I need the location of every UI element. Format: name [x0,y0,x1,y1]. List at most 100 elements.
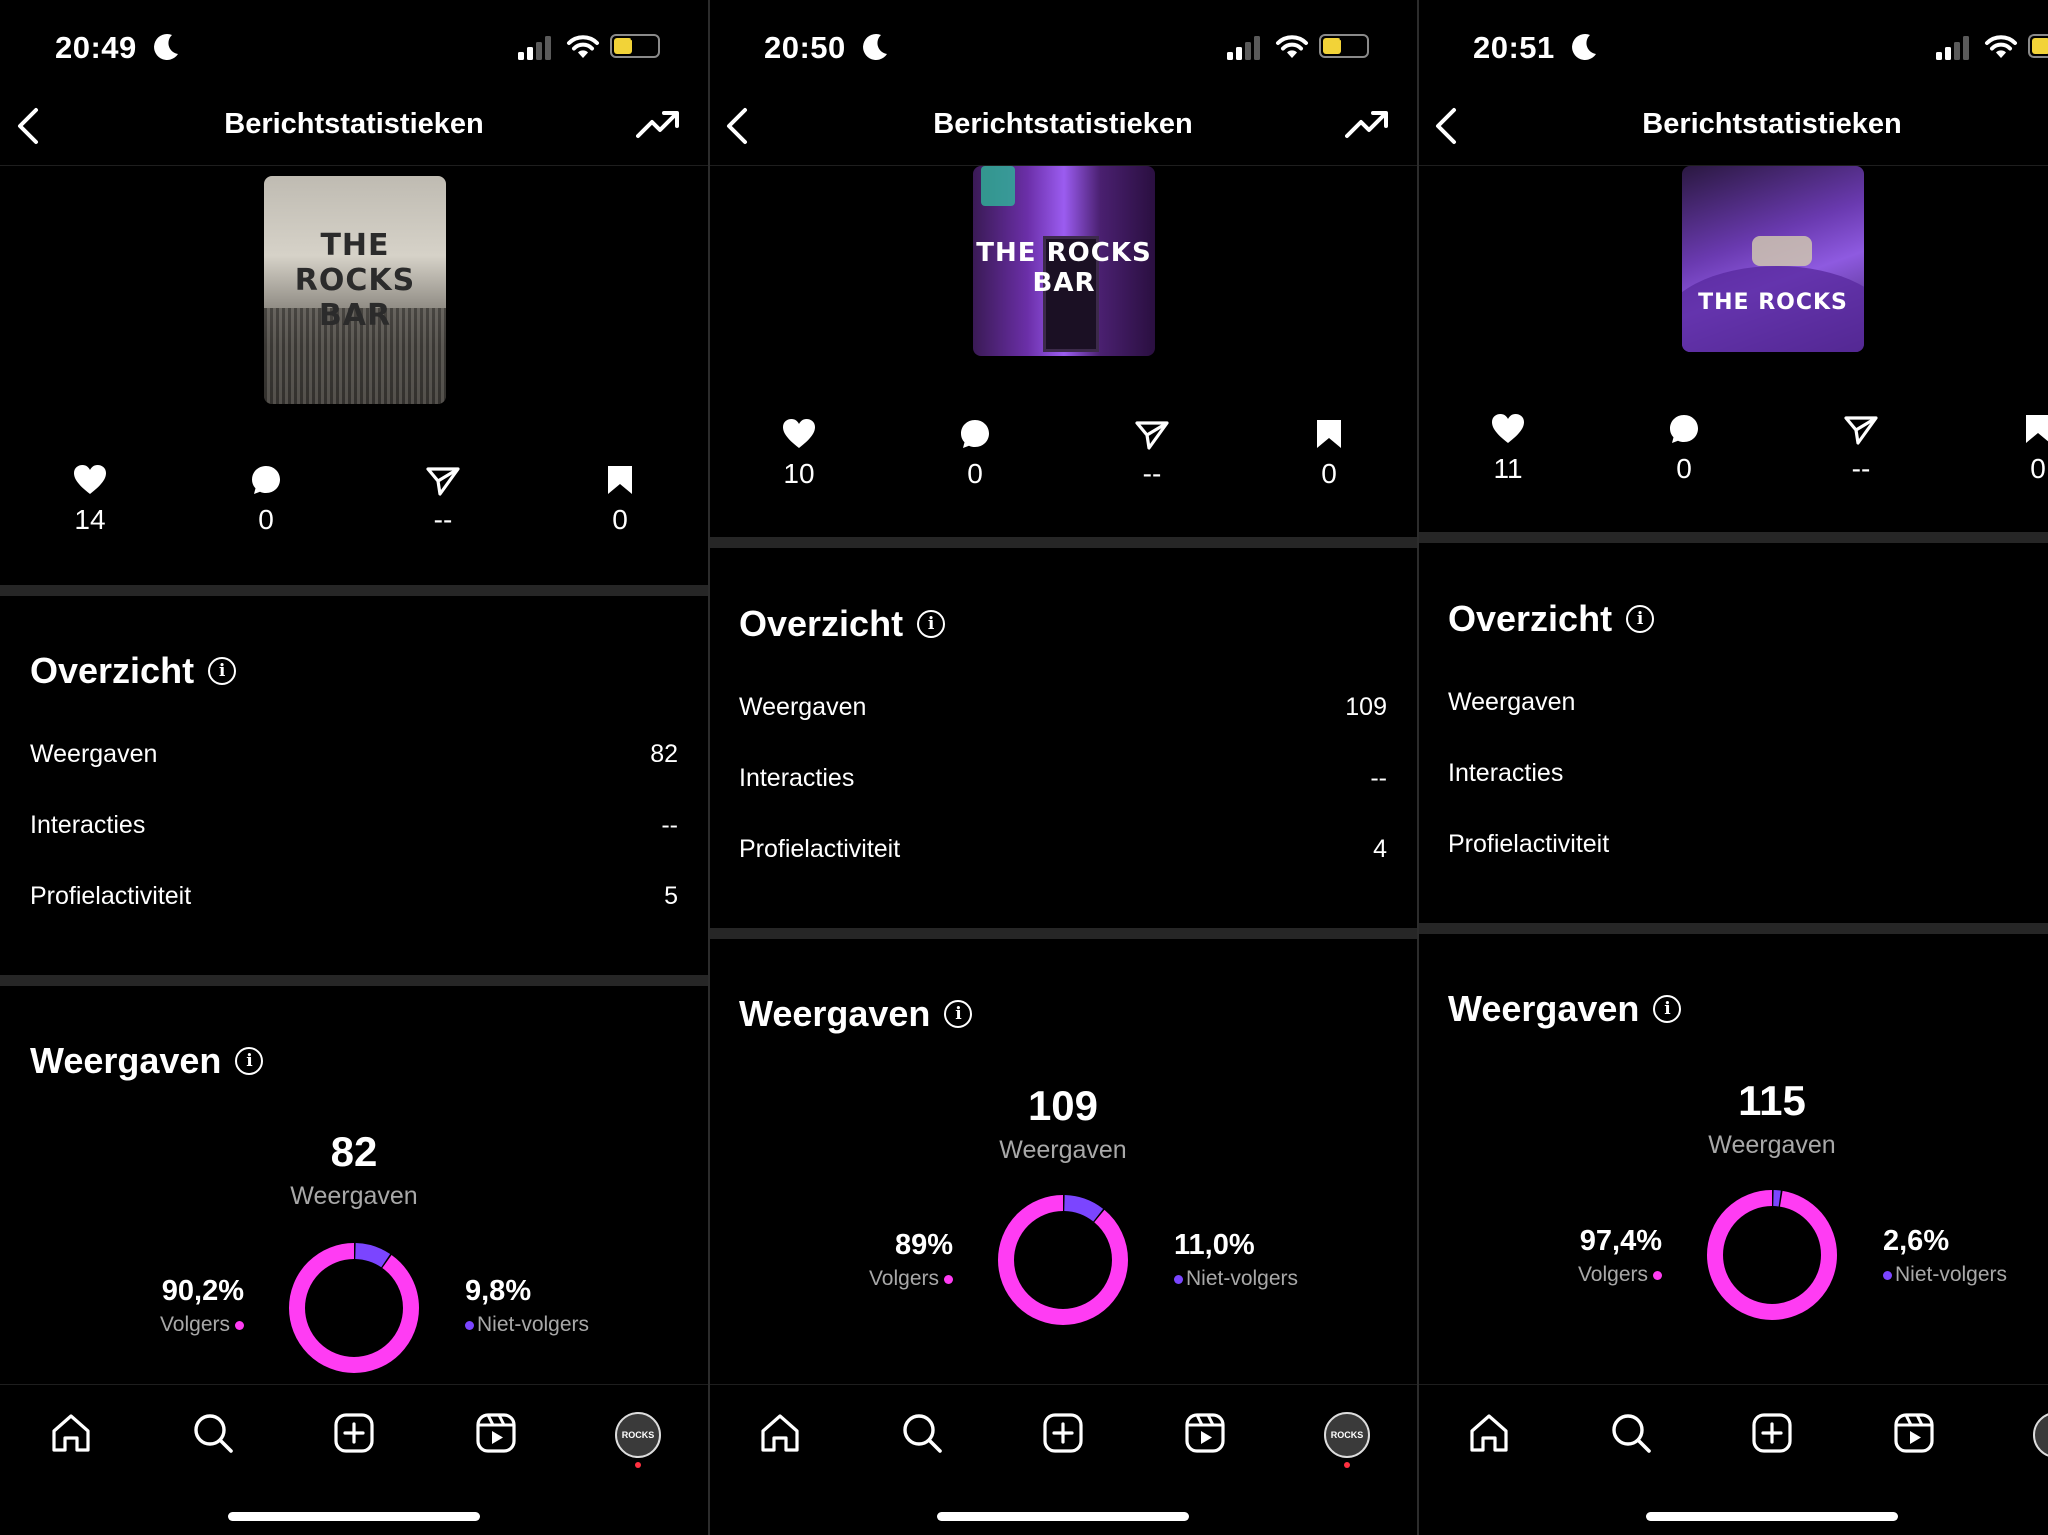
overview-title: Overzicht i [739,603,946,645]
followers-dot [1653,1270,1662,1280]
info-icon[interactable]: i [944,1000,973,1028]
nav-create-button[interactable] [1742,1405,1802,1465]
views-title: Weergaven i [739,993,973,1035]
battery-level: 7 [1338,35,1349,55]
overview-row[interactable]: Interacties -- [30,811,678,851]
stat-likes: 11 [1448,411,1568,485]
nonfollowers-legend: Niet-volgers [1883,1263,2007,1287]
views-title-text: Weergaven [1448,988,1640,1029]
nav-search-button[interactable] [183,1405,243,1465]
post-thumbnail[interactable]: THE ROCKS BAR [973,166,1155,356]
post-thumbnail[interactable]: THE ROCKS [1682,166,1864,352]
search-icon [900,1411,944,1460]
wifi-icon [1984,34,2018,65]
nav-profile-button[interactable]: ROCKS [608,1405,668,1465]
nonfollowers-dot [465,1320,474,1330]
battery-icon: 7 [610,34,660,58]
views-title: Weergaven i [1448,988,1682,1030]
nonfollowers-legend: Niet-volgers [465,1313,589,1337]
views-donut-chart [995,1192,1131,1328]
stat-saves: 0 [1269,416,1389,490]
share-icon [383,462,503,496]
followers-dot [235,1320,244,1330]
overview-row-label: Profielactiviteit [30,882,192,910]
nonfollowers-legend: Niet-volgers [1174,1267,1298,1291]
nav-profile-button[interactable] [2026,1405,2048,1465]
trending-up-icon [1345,111,1389,144]
nav-reels-button[interactable] [1884,1405,1944,1465]
stat-saves: 0 [1978,411,2048,485]
page-title: Berichtstatistieken [1642,108,1902,140]
cellular-signal-icon [518,36,554,65]
share-icon [1092,416,1212,450]
overview-row-value: 109 [1345,693,1387,721]
stat-comments-value: 0 [258,504,274,535]
views-donut-chart [1704,1187,1840,1323]
info-icon[interactable]: i [1653,995,1682,1023]
nav-search-button[interactable] [1601,1405,1661,1465]
followers-percent: 89% [894,1229,953,1261]
stat-saves-value: 0 [2030,453,2046,484]
stat-comments: 0 [915,416,1035,490]
save-icon [1978,411,2048,445]
home-icon [758,1411,802,1460]
overview-row-value: 4 [1373,835,1387,863]
stat-saves-value: 0 [612,504,628,535]
overview-row[interactable]: Weergaven [1448,688,2048,728]
nonfollowers-label: Niet-volgers [1895,1263,2008,1286]
followers-label: Volgers [159,1313,230,1336]
info-icon[interactable]: i [917,610,946,638]
info-icon[interactable]: i [208,657,237,685]
phone-screen-2: 20:50 7 Berichtstatistieken THE ROCKS BA… [709,0,1417,1535]
stat-likes-value: 14 [74,504,106,535]
nav-home-button[interactable] [750,1405,810,1465]
nav-home-button[interactable] [1459,1405,1519,1465]
status-time: 20:49 [55,30,137,65]
create-icon [1750,1411,1794,1460]
comment-icon [915,416,1035,450]
reels-icon [1892,1411,1936,1460]
section-divider [709,928,1417,939]
followers-percent: 90,2% [161,1275,244,1307]
trending-button[interactable] [636,108,680,145]
avatar-text: ROCKS [1330,1430,1364,1440]
overview-row[interactable]: Weergaven 82 [30,740,678,780]
home-icon [1467,1411,1511,1460]
nav-search-button[interactable] [892,1405,952,1465]
followers-legend: Volgers [869,1267,953,1291]
search-icon [1609,1411,1653,1460]
nav-profile-button[interactable]: ROCKS [1317,1405,1377,1465]
overview-row-value: -- [661,811,678,839]
overview-row[interactable]: Profielactiviteit [1448,830,2048,870]
stat-comments-value: 0 [967,458,983,489]
page-header: Berichtstatistieken [1418,96,2048,158]
nav-create-button[interactable] [324,1405,384,1465]
screen-separator [1417,0,1419,1535]
post-thumbnail[interactable]: THE ROCKS BAR [264,176,446,404]
overview-title: Overzicht i [1448,598,1655,640]
nav-create-button[interactable] [1033,1405,1093,1465]
stat-comments: 0 [206,462,326,536]
comment-icon [1624,411,1744,445]
notification-dot [1344,1462,1350,1468]
overview-row[interactable]: Profielactiviteit 4 [739,835,1387,875]
info-icon[interactable]: i [1626,605,1655,633]
status-time: 20:51 [1473,30,1555,65]
views-total: 115 [1738,1077,1806,1124]
stat-likes: 10 [739,416,859,490]
followers-legend: Volgers [160,1313,244,1337]
moon-icon [152,32,180,62]
nav-reels-button[interactable] [1175,1405,1235,1465]
nav-reels-button[interactable] [466,1405,526,1465]
info-icon[interactable]: i [235,1047,264,1075]
trending-button[interactable] [1345,108,1389,145]
overview-row[interactable]: Weergaven 109 [739,693,1387,733]
overview-row[interactable]: Interacties -- [739,764,1387,804]
nav-home-button[interactable] [41,1405,101,1465]
overview-row[interactable]: Interacties [1448,759,2048,799]
views-total-label: Weergaven [1708,1131,1836,1159]
overview-row[interactable]: Profielactiviteit 5 [30,882,678,922]
profile-avatar: ROCKS [1324,1412,1370,1458]
profile-avatar: ROCKS [615,1412,661,1458]
views-title-text: Weergaven [30,1040,222,1081]
